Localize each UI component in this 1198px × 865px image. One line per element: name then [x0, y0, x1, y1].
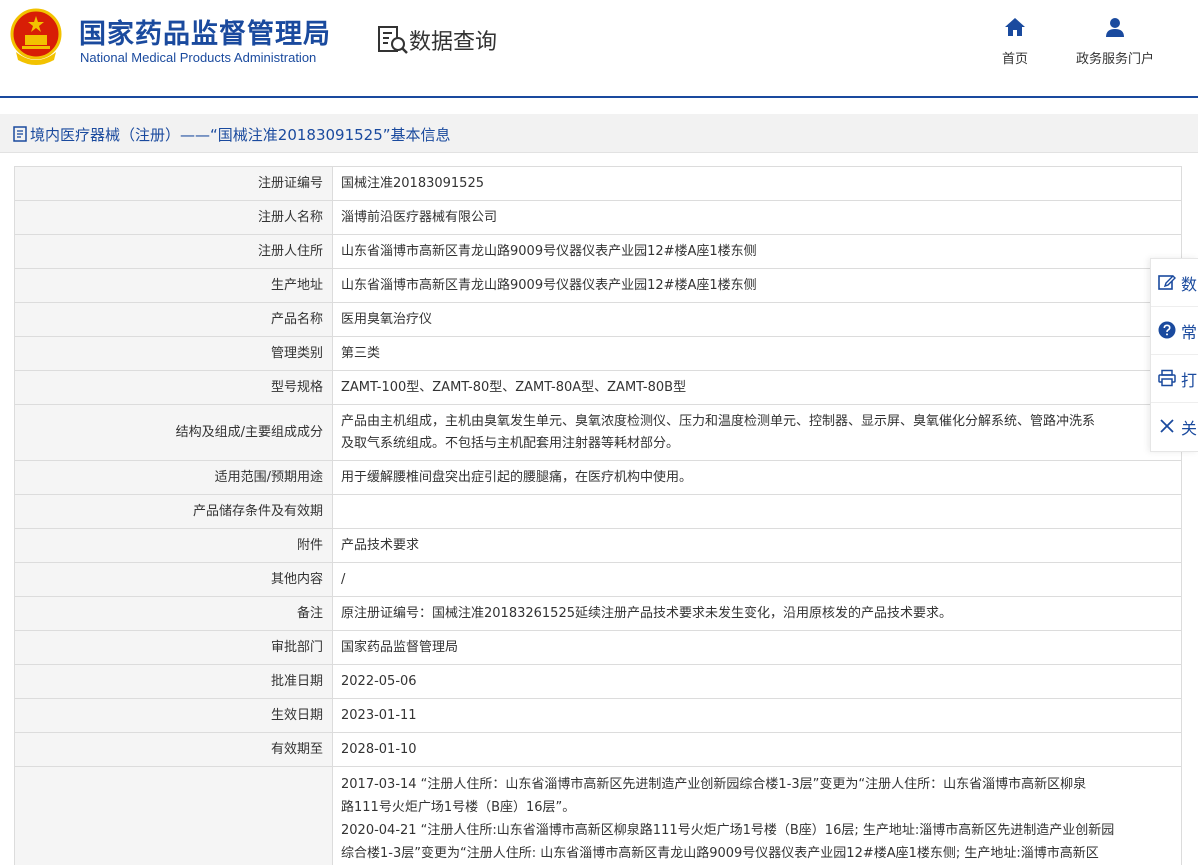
- field-value: 国械注准20183091525: [332, 166, 1182, 201]
- field-label: 注册人住所: [14, 234, 333, 269]
- table-row: 生产地址 山东省淄博市高新区青龙山路9009号仪器仪表产业园12#楼A座1楼东侧: [14, 268, 1182, 303]
- field-label: 生效日期: [14, 698, 333, 733]
- field-label: 附件: [14, 528, 333, 563]
- nav-home-label: 首页: [1001, 52, 1028, 67]
- detail-table: 注册证编号 国械注准20183091525 注册人名称 淄博前沿医疗器械有限公司…: [14, 166, 1182, 865]
- table-row: 生效日期 2023-01-11: [14, 698, 1182, 733]
- table-row: 注册人名称 淄博前沿医疗器械有限公司: [14, 200, 1182, 235]
- close-icon: [1160, 419, 1174, 433]
- field-label: 备注: [14, 596, 333, 631]
- float-faq-button[interactable]: 常: [1151, 307, 1198, 355]
- nav-home-link[interactable]: 首页: [970, 16, 1060, 67]
- table-row: 审批部门 国家药品监督管理局: [14, 630, 1182, 665]
- org-name-cn: 国家药品监督管理局: [79, 19, 331, 50]
- change-history-line: 2020-04-21 “注册人住所:山东省淄博市高新区柳泉路111号火炬广场1号…: [341, 823, 1115, 838]
- field-label: [14, 766, 333, 865]
- table-row: 注册人住所 山东省淄博市高新区青龙山路9009号仪器仪表产业园12#楼A座1楼东…: [14, 234, 1182, 269]
- table-row: 备注 原注册证编号：国械注准20183261525延续注册产品技术要求未发生变化…: [14, 596, 1182, 631]
- field-label: 有效期至: [14, 732, 333, 767]
- field-value: 产品由主机组成，主机由臭氧发生单元、臭氧浓度检测仪、压力和温度检测单元、控制器、…: [332, 404, 1182, 461]
- field-label: 结构及组成/主要组成成分: [14, 404, 333, 461]
- change-history: 2017-03-14 “注册人住所：山东省淄博市高新区先进制造产业创新园综合楼1…: [332, 766, 1182, 865]
- field-value: /: [332, 562, 1182, 597]
- field-label: 管理类别: [14, 336, 333, 371]
- field-label: 产品储存条件及有效期: [14, 494, 333, 529]
- field-label: 审批部门: [14, 630, 333, 665]
- home-icon: [1005, 18, 1025, 36]
- field-label: 适用范围/预期用途: [14, 460, 333, 495]
- float-close-label: 关: [1181, 419, 1198, 438]
- field-value: 山东省淄博市高新区青龙山路9009号仪器仪表产业园12#楼A座1楼东侧: [332, 268, 1182, 303]
- national-emblem-icon: [10, 8, 62, 65]
- field-label: 注册人名称: [14, 200, 333, 235]
- field-value-line: 及取气系统组成。不包括与主机配套用注射器等耗材部分。: [341, 435, 680, 451]
- field-label: 注册证编号: [14, 166, 333, 201]
- field-value: 2023-01-11: [332, 698, 1182, 733]
- field-value: 医用臭氧治疗仪: [332, 302, 1182, 337]
- print-icon: [1158, 369, 1176, 387]
- org-name-en: National Medical Products Administration: [80, 50, 317, 65]
- breadcrumb-text: 境内医疗器械（注册）——“国械注准20183091525”基本信息: [30, 126, 451, 144]
- table-row: 适用范围/预期用途 用于缓解腰椎间盘突出症引起的腰腿痛，在医疗机构中使用。: [14, 460, 1182, 495]
- section-title: 数据查询: [409, 30, 498, 55]
- change-history-line: 2017-03-14 “注册人住所：山东省淄博市高新区先进制造产业创新园综合楼1…: [341, 777, 1087, 792]
- float-close-button[interactable]: 关: [1151, 403, 1198, 451]
- field-value: 2022-05-06: [332, 664, 1182, 699]
- field-value-line: 产品由主机组成，主机由臭氧发生单元、臭氧浓度检测仪、压力和温度检测单元、控制器、…: [341, 413, 1096, 429]
- table-row: 型号规格 ZAMT-100型、ZAMT-80型、ZAMT-80A型、ZAMT-8…: [14, 370, 1182, 405]
- help-icon: [1158, 321, 1176, 339]
- table-row: 有效期至 2028-01-10: [14, 732, 1182, 767]
- user-icon: [1106, 18, 1124, 37]
- table-row: 其他内容 /: [14, 562, 1182, 597]
- table-row: 产品储存条件及有效期: [14, 494, 1182, 529]
- table-row-change-history: 2017-03-14 “注册人住所：山东省淄博市高新区先进制造产业创新园综合楼1…: [14, 766, 1182, 865]
- field-label: 其他内容: [14, 562, 333, 597]
- table-row: 产品名称 医用臭氧治疗仪: [14, 302, 1182, 337]
- nav-portal-link[interactable]: 政务服务门户: [1070, 16, 1160, 67]
- float-data-button[interactable]: 数: [1151, 259, 1198, 307]
- float-data-label: 数: [1181, 275, 1198, 294]
- site-header: 国家药品监督管理局 National Medical Products Admi…: [0, 0, 1198, 96]
- field-value: 山东省淄博市高新区青龙山路9009号仪器仪表产业园12#楼A座1楼东侧: [332, 234, 1182, 269]
- field-label: 型号规格: [14, 370, 333, 405]
- table-row: 管理类别 第三类: [14, 336, 1182, 371]
- float-print-label: 打: [1181, 371, 1198, 390]
- table-row: 附件 产品技术要求: [14, 528, 1182, 563]
- field-value: [332, 494, 1182, 529]
- field-value: ZAMT-100型、ZAMT-80型、ZAMT-80A型、ZAMT-80B型: [332, 370, 1182, 405]
- table-row: 注册证编号 国械注准20183091525: [14, 166, 1182, 201]
- field-value: 原注册证编号：国械注准20183261525延续注册产品技术要求未发生变化，沿用…: [332, 596, 1182, 631]
- field-label: 生产地址: [14, 268, 333, 303]
- field-value: 淄博前沿医疗器械有限公司: [332, 200, 1182, 235]
- breadcrumb: 境内医疗器械（注册）——“国械注准20183091525”基本信息: [0, 114, 1198, 153]
- data-query-icon: [378, 26, 408, 54]
- field-label: 产品名称: [14, 302, 333, 337]
- float-print-button[interactable]: 打: [1151, 355, 1198, 403]
- float-toolbar: 数 常 打 关: [1150, 258, 1198, 452]
- change-history-line: 综合楼1-3层”变更为“注册人住所: 山东省淄博市高新区青龙山路9009号仪器仪…: [341, 846, 1099, 861]
- field-value: 2028-01-10: [332, 732, 1182, 767]
- field-value: 第三类: [332, 336, 1182, 371]
- nav-portal-label: 政务服务门户: [1075, 52, 1154, 67]
- field-value: 国家药品监督管理局: [332, 630, 1182, 665]
- float-faq-label: 常: [1181, 323, 1198, 342]
- edit-icon: [1158, 275, 1176, 290]
- change-history-line: 路111号火炬广场1号楼（B座）16层”。: [341, 800, 576, 815]
- field-value: 用于缓解腰椎间盘突出症引起的腰腿痛，在医疗机构中使用。: [332, 460, 1182, 495]
- header-divider: [0, 96, 1198, 98]
- field-value: 产品技术要求: [332, 528, 1182, 563]
- table-row: 结构及组成/主要组成成分 产品由主机组成，主机由臭氧发生单元、臭氧浓度检测仪、压…: [14, 404, 1182, 461]
- table-row: 批准日期 2022-05-06: [14, 664, 1182, 699]
- field-label: 批准日期: [14, 664, 333, 699]
- document-icon: [13, 126, 27, 142]
